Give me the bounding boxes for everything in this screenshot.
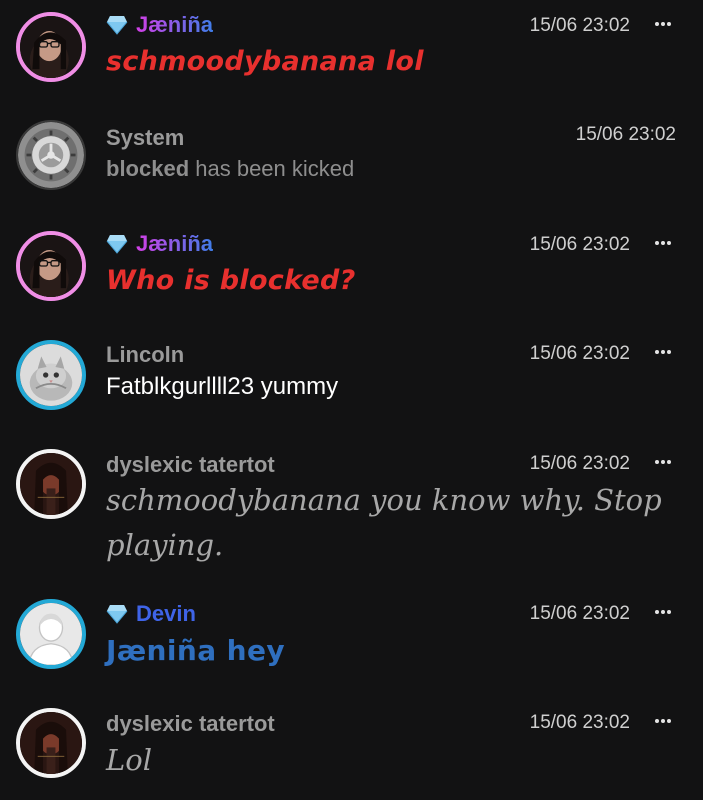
more-options-icon[interactable]: [655, 718, 671, 724]
timestamp: 15/06 23:02: [575, 124, 676, 145]
cat-photo: [20, 344, 82, 406]
message-text: blocked has been kicked: [106, 156, 354, 182]
avatar[interactable]: [16, 599, 86, 669]
kicked-user-name: blocked: [106, 156, 190, 181]
timestamp: 15/06 23:02: [529, 15, 630, 36]
user-photo: [20, 712, 82, 774]
avatar[interactable]: [16, 120, 86, 190]
chat-message-list[interactable]: Jæniña 15/06 23:02 schmoodybanana lol Sy…: [0, 0, 703, 800]
message-text: Lol: [106, 743, 152, 777]
gear-icon: [18, 122, 84, 188]
avatar[interactable]: [16, 231, 86, 301]
message-text: Fatblkgurllll23 yummy: [106, 373, 339, 400]
timestamp: 15/06 23:02: [529, 234, 630, 255]
diamond-icon: [106, 234, 128, 254]
message-text: Jæniña hey: [106, 634, 286, 667]
avatar[interactable]: [16, 340, 86, 410]
user-photo: [20, 235, 82, 297]
avatar[interactable]: [16, 12, 86, 82]
author-name[interactable]: dyslexic tatertot: [106, 711, 275, 737]
avatar[interactable]: [16, 449, 86, 519]
user-photo: [20, 453, 82, 515]
author-name[interactable]: System: [106, 125, 184, 151]
more-options-icon[interactable]: [655, 349, 671, 355]
more-options-icon[interactable]: [655, 459, 671, 465]
message-text: schmoodybanana you know why. Stop playin…: [106, 483, 662, 562]
timestamp: 15/06 23:02: [529, 712, 630, 733]
author-name[interactable]: Lincoln: [106, 342, 184, 368]
more-options-icon[interactable]: [655, 21, 671, 27]
diamond-icon: [106, 604, 128, 624]
message-text: Who is blocked?: [106, 265, 356, 296]
author-name[interactable]: Jæniña: [106, 231, 213, 257]
diamond-icon: [106, 15, 128, 35]
more-options-icon[interactable]: [655, 609, 671, 615]
more-options-icon[interactable]: [655, 240, 671, 246]
timestamp: 15/06 23:02: [529, 453, 630, 474]
user-photo: [20, 16, 82, 78]
timestamp: 15/06 23:02: [529, 343, 630, 364]
author-name[interactable]: dyslexic tatertot: [106, 452, 275, 478]
system-message-text: has been kicked: [189, 156, 355, 181]
timestamp: 15/06 23:02: [529, 603, 630, 624]
author-name[interactable]: Jæniña: [106, 12, 213, 38]
author-name[interactable]: Devin: [106, 601, 196, 627]
default-user-icon: [20, 603, 82, 665]
message-text: schmoodybanana lol: [106, 46, 424, 77]
avatar[interactable]: [16, 708, 86, 778]
